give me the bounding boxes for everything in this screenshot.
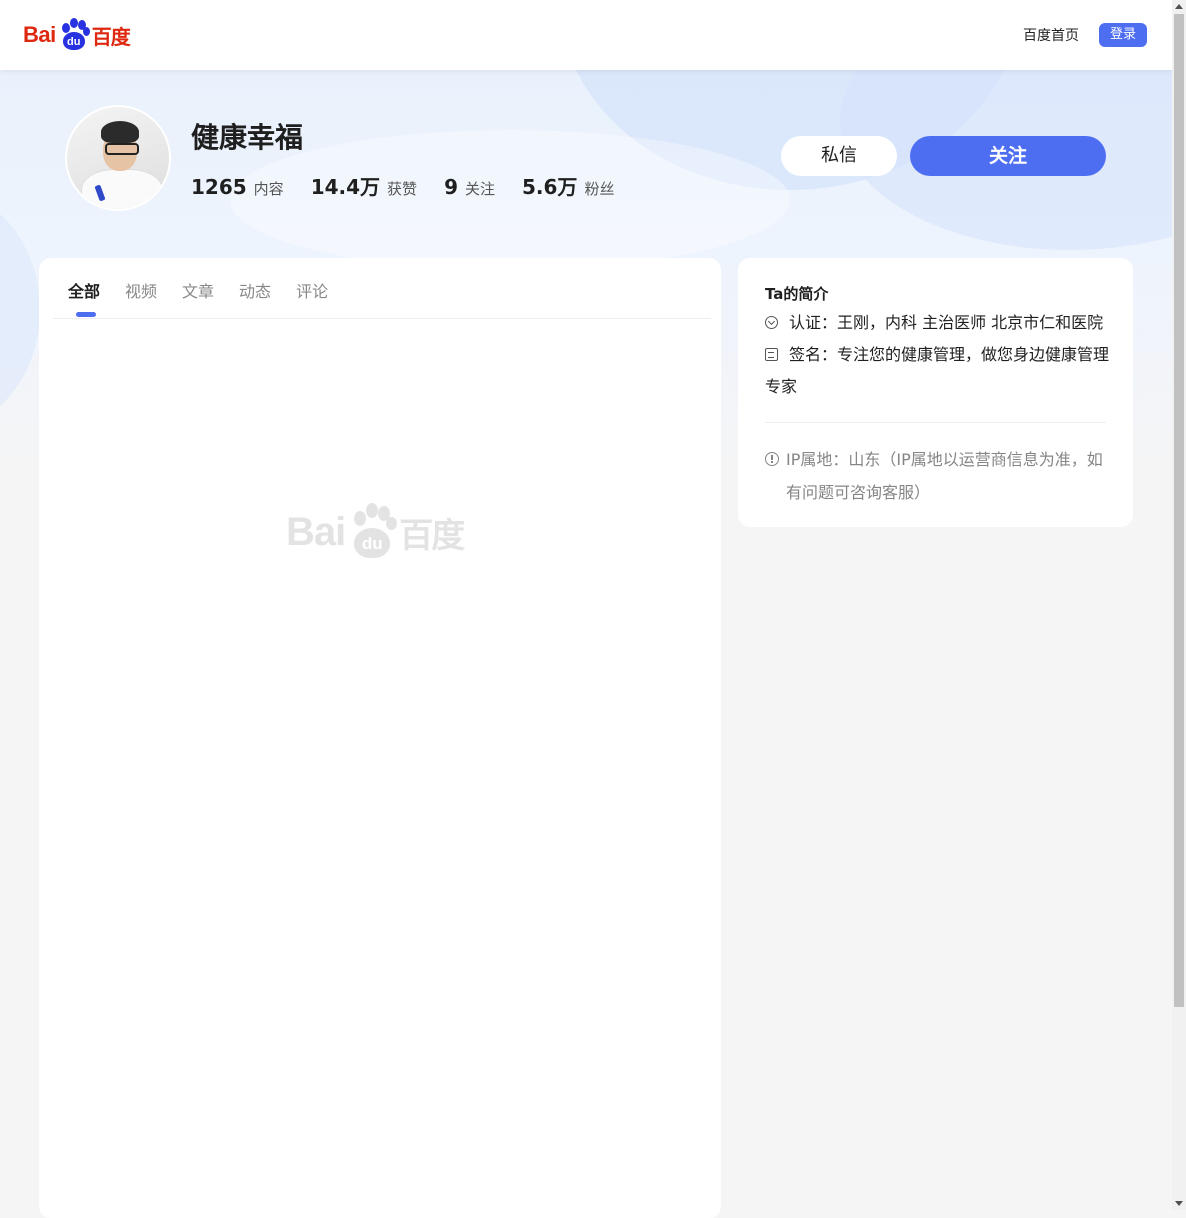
watermark-text-du: du [354,528,391,558]
paw-icon: du [57,18,91,52]
scroll-down-arrow-icon[interactable] [1175,1201,1183,1206]
login-button[interactable]: 登录 [1099,23,1147,47]
tab-divider [53,318,711,319]
tab-dynamic[interactable]: 动态 [239,278,271,302]
stat-value: 9 [444,175,458,199]
baidu-home-link[interactable]: 百度首页 [1023,25,1079,45]
ip-location-text: IP属地：山东（IP属地以运营商信息为准，如有问题可咨询客服） [786,450,1103,502]
page-scrollbar[interactable] [1172,0,1186,1210]
certification-text: 认证：王刚，内科 主治医师 北京市仁和医院 [789,313,1104,332]
scroll-up-arrow-icon[interactable] [1175,4,1183,9]
stat-value: 5.6万 [522,175,578,199]
ip-location-row: IP属地：山东（IP属地以运营商信息为准，如有问题可咨询客服） [765,443,1110,509]
watermark-paw-icon: du [346,502,398,562]
private-message-button[interactable]: 私信 [781,136,897,176]
stat-label: 内容 [253,180,284,198]
stat-label: 关注 [464,180,495,198]
content-feed-card: 全部 视频 文章 动态 评论 Bai du 百度 [39,258,721,1218]
logo-text-baidu-cn: 百度 [91,24,131,49]
profile-name: 健康幸福 [191,121,304,154]
stat-value: 14.4万 [310,175,381,199]
tab-video[interactable]: 视频 [125,278,157,302]
baidu-logo[interactable]: Bai du 百度 [23,17,131,53]
info-warning-icon [765,452,779,466]
follow-button[interactable]: 关注 [910,136,1106,176]
watermark-text-bai: Bai [286,509,346,554]
tab-all[interactable]: 全部 [68,278,100,302]
top-navigation-bar: Bai du 百度 百度首页 登录 [0,0,1172,70]
stat-likes: 14.4万 获赞 [311,171,417,200]
verified-icon [765,316,778,329]
watermark-text-baidu-cn: 百度 [399,515,465,556]
signature-icon [765,348,778,361]
stat-value: 1265 [191,175,247,199]
intro-divider [765,422,1106,423]
intro-card: Ta的简介 认证：王刚，内科 主治医师 北京市仁和医院 签名：专注您的健康管理，… [738,258,1133,527]
signature-text: 签名：专注您的健康管理，做您身边健康管理专家 [765,345,1110,396]
stat-fans[interactable]: 5.6万 粉丝 [522,171,614,200]
signature-row: 签名：专注您的健康管理，做您身边健康管理专家 [765,339,1110,403]
avatar[interactable] [65,105,171,211]
content-tabs: 全部 视频 文章 动态 评论 [68,278,353,302]
stat-following[interactable]: 9 关注 [444,175,495,199]
intro-title: Ta的简介 [765,285,829,303]
profile-stats: 1265 内容 14.4万 获赞 9 关注 5.6万 粉丝 [191,171,641,200]
certification-row: 认证：王刚，内科 主治医师 北京市仁和医院 [765,307,1110,339]
stat-content[interactable]: 1265 内容 [191,175,284,199]
tab-comment[interactable]: 评论 [296,278,328,302]
logo-text-du: du [62,32,85,50]
stat-label: 获赞 [387,180,418,198]
stat-label: 粉丝 [584,180,615,198]
loading-placeholder-logo: Bai du 百度 [286,502,465,562]
active-tab-indicator [76,312,96,317]
logo-text-bai: Bai [23,22,56,47]
tab-article[interactable]: 文章 [182,278,214,302]
scrollbar-thumb[interactable] [1174,14,1184,1007]
